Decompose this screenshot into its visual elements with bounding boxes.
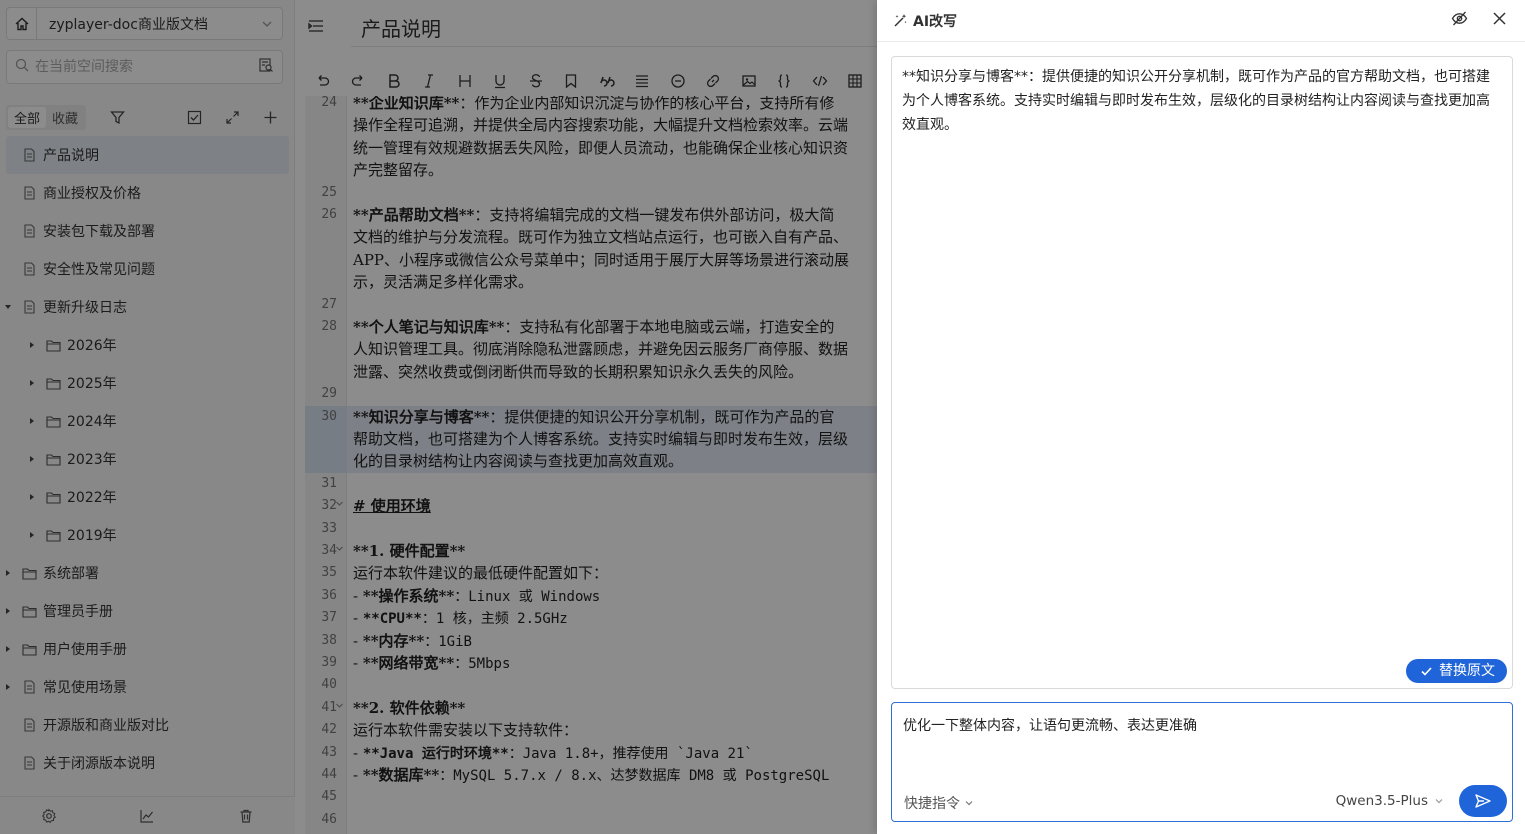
quick-command-dropdown[interactable]: 快捷指令 bbox=[904, 793, 974, 813]
ai-panel-title: AI改写 bbox=[913, 13, 958, 30]
model-select[interactable]: Qwen3.5-Plus bbox=[1336, 793, 1444, 809]
quick-command-label: 快捷指令 bbox=[904, 796, 960, 812]
model-label: Qwen3.5-Plus bbox=[1335, 793, 1428, 809]
close-icon[interactable] bbox=[1492, 11, 1507, 30]
send-icon bbox=[1475, 794, 1491, 808]
ai-rewrite-panel: AI改写 **知识分享与博客**：提供便捷的知识公开分享机制，既可作为产品的官方… bbox=[877, 0, 1525, 834]
magic-wand-icon bbox=[893, 13, 908, 28]
eye-off-icon[interactable] bbox=[1451, 10, 1468, 31]
ai-result-box[interactable]: **知识分享与博客**：提供便捷的知识公开分享机制，既可作为产品的官方帮助文档，… bbox=[891, 56, 1513, 689]
ai-result-text: **知识分享与博客**：提供便捷的知识公开分享机制，既可作为产品的官方帮助文档，… bbox=[902, 69, 1490, 133]
modal-overlay[interactable] bbox=[0, 0, 877, 834]
chevron-down-icon bbox=[1435, 799, 1443, 804]
replace-original-button[interactable]: 替换原文 bbox=[1406, 659, 1507, 683]
ai-prompt-box[interactable]: 优化一下整体内容，让语句更流畅、表达更准确 快捷指令 Qwen3.5-Plus bbox=[891, 702, 1513, 822]
chevron-down-icon bbox=[965, 801, 973, 806]
prompt-input[interactable]: 优化一下整体内容，让语句更流畅、表达更准确 bbox=[903, 715, 1197, 735]
ai-panel-header: AI改写 bbox=[877, 0, 1525, 42]
check-icon bbox=[1421, 666, 1432, 676]
replace-label: 替换原文 bbox=[1439, 663, 1495, 679]
send-button[interactable] bbox=[1459, 785, 1507, 817]
